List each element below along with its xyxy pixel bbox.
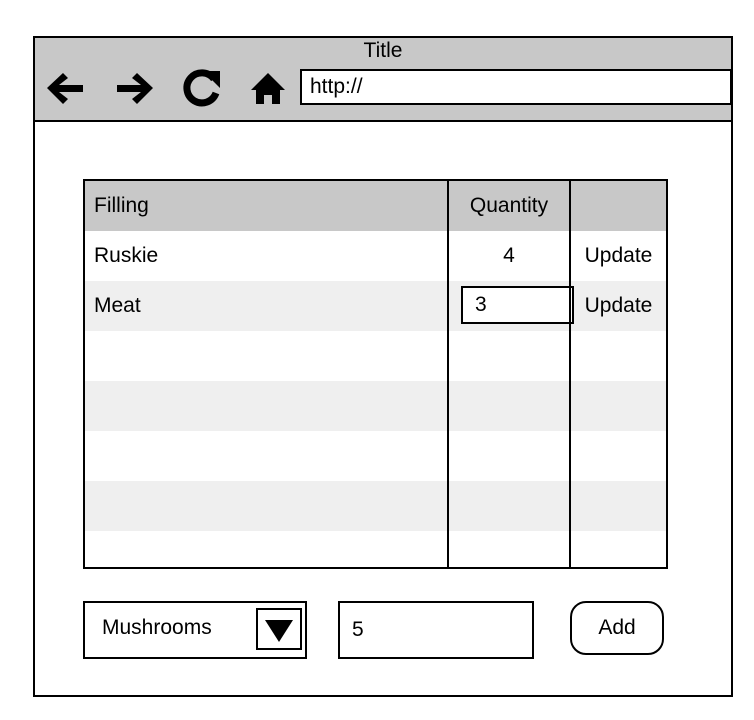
filling-select[interactable]: Mushrooms	[83, 601, 307, 659]
table-row: Ruskie 4 Update	[85, 231, 666, 281]
quantity-cell: 4	[503, 244, 515, 267]
table-header-row: Filling Quantity	[85, 181, 666, 231]
home-icon	[251, 73, 285, 104]
fillings-table: Filling Quantity Ruskie 4 Update Meat Up…	[83, 179, 668, 569]
back-arrow-icon	[47, 73, 83, 104]
empty-row	[85, 331, 666, 381]
dropdown-button[interactable]	[256, 608, 302, 650]
refresh-icon	[183, 69, 220, 107]
title-bar: Title	[35, 38, 732, 122]
empty-row	[85, 381, 666, 431]
empty-row	[85, 531, 666, 567]
quantity-edit-input[interactable]	[461, 286, 574, 324]
add-button[interactable]: Add	[570, 601, 664, 655]
filling-cell: Ruskie	[94, 244, 159, 267]
column-divider	[447, 181, 449, 567]
quantity-input[interactable]	[338, 601, 534, 659]
update-button[interactable]: Update	[571, 281, 666, 331]
column-header-filling: Filling	[94, 194, 149, 217]
filling-select-value: Mushrooms	[102, 616, 212, 639]
update-button[interactable]: Update	[571, 231, 666, 281]
forward-button[interactable]	[113, 66, 157, 110]
forward-arrow-icon	[117, 73, 153, 104]
filling-cell: Meat	[94, 294, 141, 317]
triangle-down-icon	[265, 620, 293, 642]
browser-window: Title Filling Quantity	[33, 36, 733, 697]
refresh-button[interactable]	[179, 66, 223, 110]
table-row: Meat Update	[85, 281, 666, 331]
url-input[interactable]	[300, 69, 732, 105]
column-header-quantity: Quantity	[469, 194, 549, 217]
empty-row	[85, 481, 666, 531]
home-button[interactable]	[246, 66, 290, 110]
column-header-action	[571, 181, 666, 231]
empty-row	[85, 431, 666, 481]
back-button[interactable]	[43, 66, 87, 110]
window-title: Title	[363, 39, 403, 62]
column-divider	[569, 181, 571, 567]
